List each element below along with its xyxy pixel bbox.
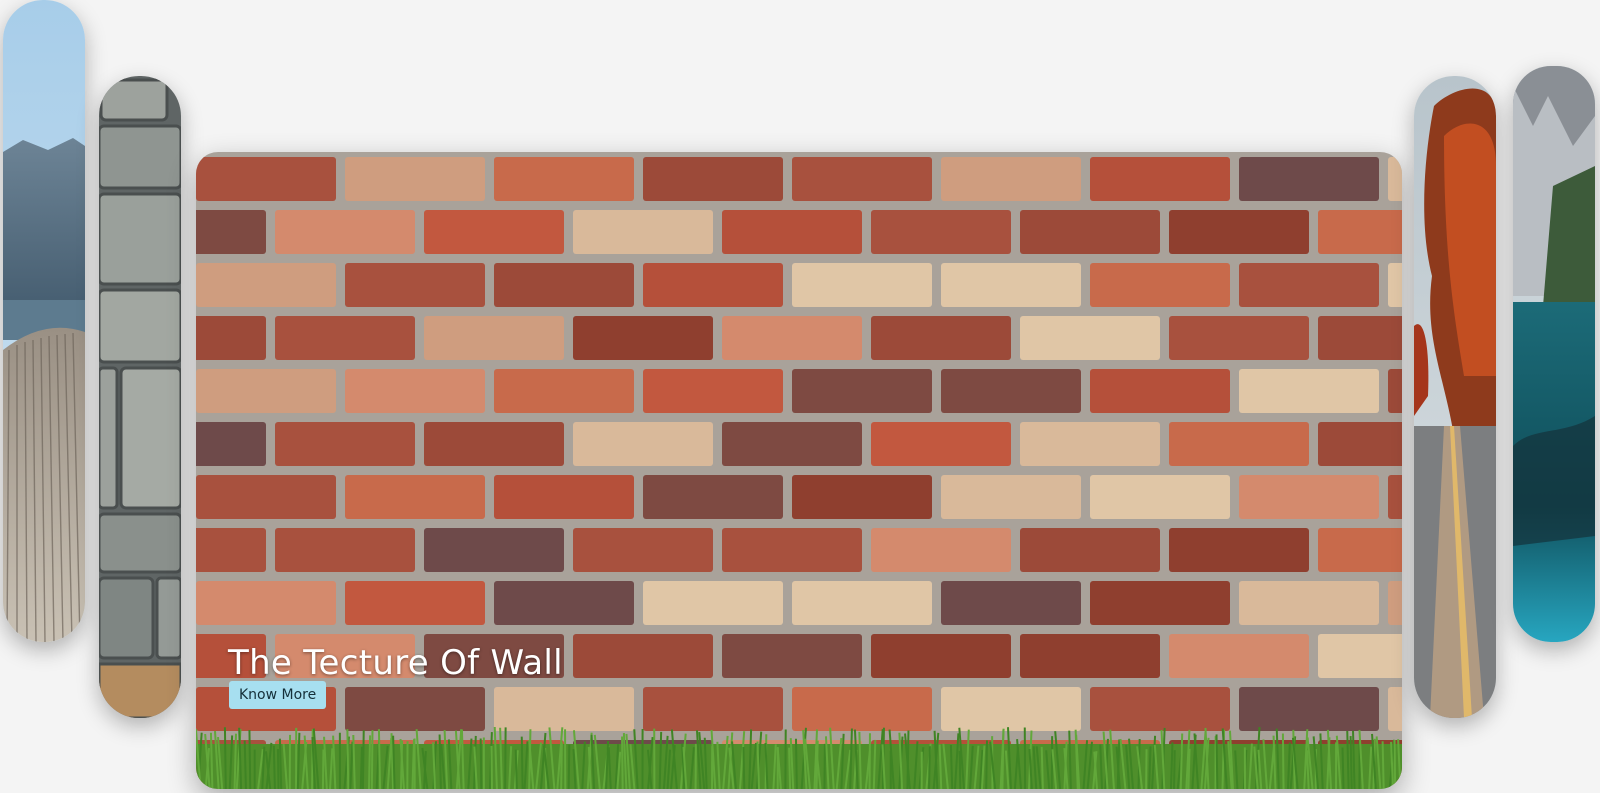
carousel-slide-mountain-lake[interactable]: [1513, 66, 1595, 642]
dock-lake-image: [3, 0, 85, 642]
carousel-slide-dock-lake[interactable]: [3, 0, 85, 642]
brick-wall-image: [196, 152, 1402, 789]
carousel-slide-stone-wall[interactable]: [99, 76, 181, 718]
autumn-road-image: [1414, 76, 1496, 718]
carousel-slide-autumn-road[interactable]: [1414, 76, 1496, 718]
stone-wall-image: [99, 76, 181, 718]
mountain-lake-image: [1513, 66, 1595, 642]
carousel-slide-brick-wall[interactable]: The Tecture Of Wall Know More: [196, 152, 1402, 789]
slide-title: The Tecture Of Wall: [228, 643, 563, 683]
know-more-button[interactable]: Know More: [229, 681, 327, 709]
